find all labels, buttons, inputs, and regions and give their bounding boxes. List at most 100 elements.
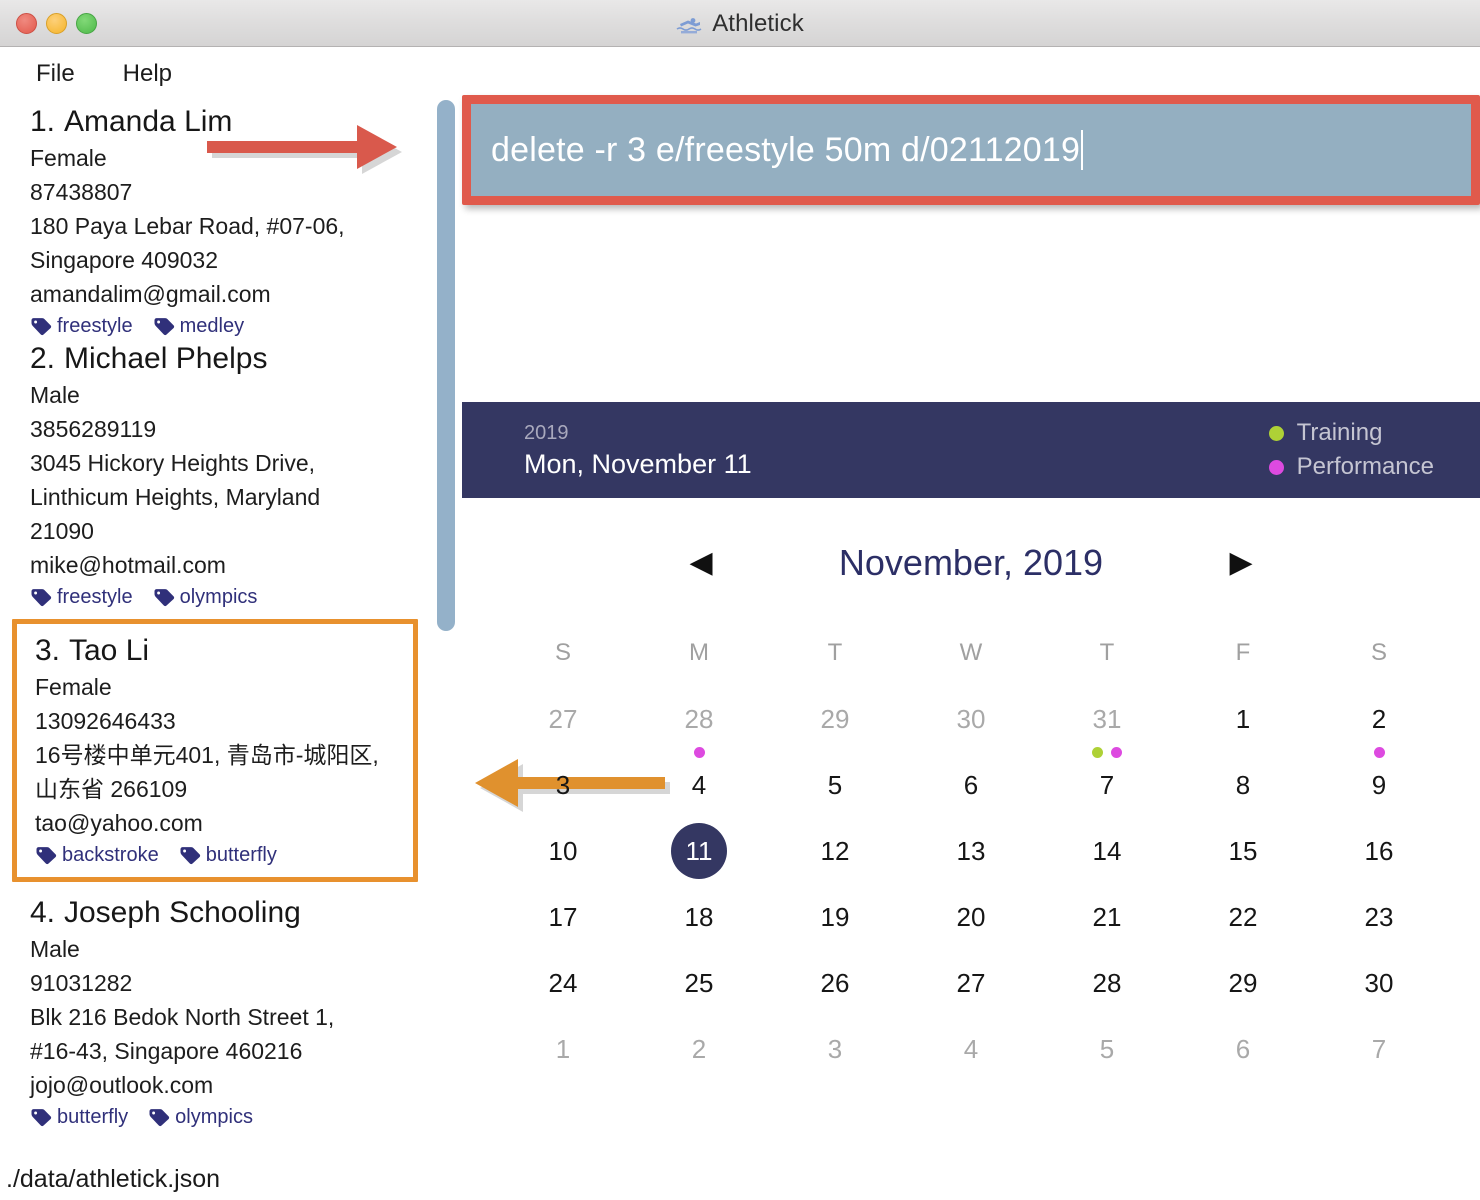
calendar-day-cell[interactable]: 4 [903, 1021, 1039, 1087]
person-gender: Male [30, 382, 80, 408]
tag-icon [154, 317, 174, 335]
person-card[interactable]: 4. Joseph Schooling Male 91031282 Blk 216 Be… [0, 892, 430, 1129]
legend-label: Training [1296, 419, 1383, 446]
calendar-day-cell[interactable]: 7 [1311, 1021, 1447, 1087]
calendar-day-cell[interactable]: 26 [767, 955, 903, 1021]
calendar-day-cell[interactable]: 27 [903, 955, 1039, 1021]
calendar-day-cell[interactable]: 21 [1039, 889, 1175, 955]
calendar-day-cell[interactable]: 23 [1311, 889, 1447, 955]
calendar-day-cell[interactable]: 15 [1175, 823, 1311, 889]
person-index: 1. [30, 105, 56, 138]
calendar-day-number: 29 [820, 704, 850, 734]
calendar-day-cell[interactable]: 22 [1175, 889, 1311, 955]
calendar-day-number: 12 [820, 836, 850, 866]
calendar-day-number: 30 [1364, 968, 1394, 998]
person-list-panel[interactable]: 1. Amanda Lim Female 87438807 180 Paya Lebar… [0, 101, 430, 1161]
person-gender: Male [30, 936, 80, 962]
person-card[interactable]: 1. Amanda Lim Female 87438807 180 Paya Lebar… [0, 101, 430, 338]
person-tag: olympics [153, 586, 258, 609]
person-tag: olympics [148, 1106, 253, 1129]
person-card[interactable]: 3. Tao Li Female 13092646433 16号楼中单元401, 青岛市… [12, 619, 418, 882]
calendar-day-cell[interactable]: 8 [1175, 757, 1311, 823]
legend-row: Performance [1268, 453, 1434, 481]
calendar-day-cell[interactable]: 30 [903, 691, 1039, 757]
calendar-day-cell[interactable]: 14 [1039, 823, 1175, 889]
calendar-day-cell[interactable]: 17 [495, 889, 631, 955]
calendar-day-number: 31 [1092, 704, 1122, 734]
calendar-day-cell[interactable]: 9 [1311, 757, 1447, 823]
title-bar: Athletick [0, 0, 1480, 47]
tag-label: medley [179, 315, 245, 337]
status-bar: ./data/athletick.json [0, 1159, 1480, 1200]
calendar-day-cell[interactable]: 2 [1311, 691, 1447, 758]
person-index: 3. [35, 634, 61, 667]
person-list-scrollbar[interactable] [437, 100, 455, 645]
calendar-day-cell[interactable]: 18 [631, 889, 767, 955]
day-of-week-label: T [1099, 639, 1115, 666]
person-index: 4. [30, 896, 56, 929]
calendar-day-cell[interactable]: 3 [495, 757, 631, 823]
calendar-day-number: 8 [1235, 770, 1251, 800]
calendar-day-cell[interactable]: 27 [495, 691, 631, 757]
calendar-day-number: 1 [555, 1034, 571, 1064]
calendar-day-cell[interactable]: 28 [1039, 955, 1175, 1021]
calendar-day-number: 6 [963, 770, 979, 800]
tag-icon [36, 846, 57, 864]
person-gender: Female [30, 145, 107, 171]
person-address: Blk 216 Bedok North Street 1, #16-43, Si… [30, 1004, 335, 1064]
calendar-week-row: 1 2 3 4 5 6 7 [495, 1021, 1447, 1087]
calendar-day-number: 27 [956, 968, 986, 998]
previous-month-arrow-icon[interactable]: ◀ [661, 548, 741, 578]
person-phone: 3856289119 [30, 416, 157, 442]
calendar-week-row: 24 25 26 27 28 29 30 [495, 955, 1447, 1021]
menu-help[interactable]: Help [123, 60, 172, 88]
calendar-day-number: 4 [691, 770, 707, 800]
calendar-day-cell[interactable]: 31 [1039, 691, 1175, 758]
day-of-week-label: T [827, 639, 843, 666]
person-tag: butterfly [179, 844, 277, 867]
calendar-day-number: 24 [548, 968, 578, 998]
calendar-day-cell[interactable]: 10 [495, 823, 631, 889]
calendar-day-cell[interactable]: 16 [1311, 823, 1447, 889]
calendar-day-cell[interactable]: 1 [495, 1021, 631, 1087]
calendar-day-cell[interactable]: 29 [1175, 955, 1311, 1021]
tag-icon [149, 1108, 170, 1126]
calendar-day-cell[interactable]: 20 [903, 889, 1039, 955]
calendar-day-cell[interactable]: 29 [767, 691, 903, 757]
calendar-day-cell[interactable]: 1 [1175, 691, 1311, 757]
calendar-day-cell[interactable]: 11 [631, 823, 767, 889]
calendar-selected-day: 11 [671, 823, 727, 879]
calendar-day-cell[interactable]: 30 [1311, 955, 1447, 1021]
calendar-day-cell[interactable]: 5 [1039, 1021, 1175, 1087]
person-card[interactable]: 2. Michael Phelps Male 3856289119 3045 Hicko… [0, 338, 430, 609]
swimmer-icon [676, 14, 702, 34]
calendar-day-cell[interactable]: 25 [631, 955, 767, 1021]
calendar-day-cell[interactable]: 6 [903, 757, 1039, 823]
calendar-day-cell[interactable]: 4 [631, 757, 767, 823]
next-month-arrow-icon[interactable]: ▶ [1201, 548, 1281, 578]
command-input[interactable]: delete -r 3 e/freestyle 50m d/02112019 [471, 104, 1471, 196]
calendar-day-cell[interactable]: 6 [1175, 1021, 1311, 1087]
calendar-day-cell[interactable]: 12 [767, 823, 903, 889]
calendar-day-cell[interactable]: 13 [903, 823, 1039, 889]
calendar-day-cell[interactable]: 2 [631, 1021, 767, 1087]
person-full-name: Michael Phelps [64, 342, 268, 375]
calendar-day-number: 28 [684, 704, 714, 734]
command-input-value: delete -r 3 e/freestyle 50m d/02112019 [491, 130, 1081, 169]
scrollbar-thumb[interactable] [437, 100, 455, 631]
calendar-day-cell[interactable]: 24 [495, 955, 631, 1021]
calendar-day-cell[interactable]: 28 [631, 691, 767, 758]
menu-file[interactable]: File [36, 60, 75, 88]
calendar-day-cell[interactable]: 7 [1039, 757, 1175, 823]
calendar-day-number: 15 [1228, 836, 1258, 866]
calendar-day-header: T [767, 625, 903, 691]
person-name: 1. Amanda Lim [30, 105, 430, 139]
text-caret [1081, 130, 1084, 170]
calendar-day-cell[interactable]: 19 [767, 889, 903, 955]
calendar-day-cell[interactable]: 3 [767, 1021, 903, 1087]
application-window: Athletick File Help 1. Amanda Lim Female 8 7… [0, 0, 1480, 1200]
calendar-day-number: 16 [1364, 836, 1394, 866]
calendar-month-label: November, 2019 [838, 542, 1104, 583]
calendar-day-cell[interactable]: 5 [767, 757, 903, 823]
tag-label: olympics [179, 586, 258, 608]
